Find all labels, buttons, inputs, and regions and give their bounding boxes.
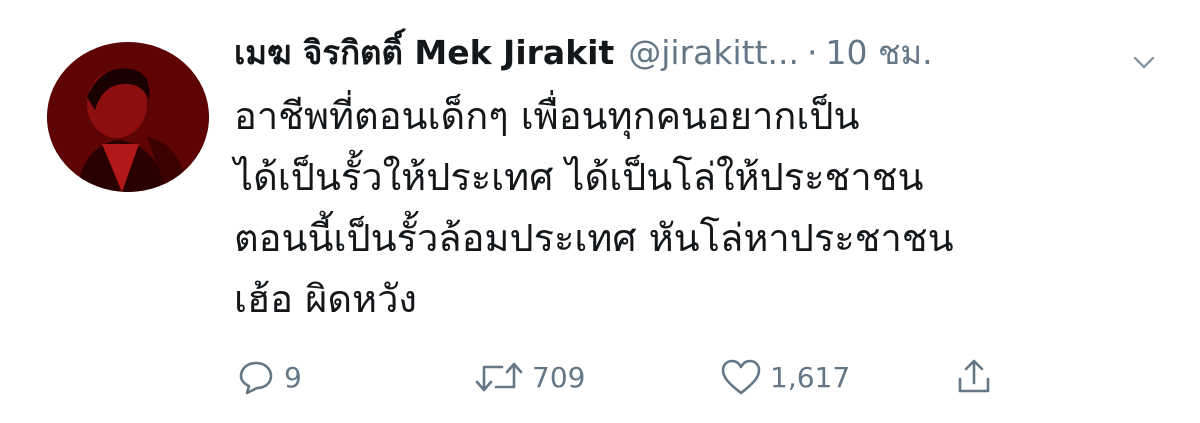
tweet-text-line: ได้เป็นรั้วให้ประเทศ ได้เป็นโล่ให้ประชาช…: [234, 155, 924, 199]
share-button[interactable]: [952, 352, 996, 402]
separator-dot: ·: [807, 33, 818, 72]
share-upload-icon: [952, 355, 996, 399]
user-handle[interactable]: @jirakitt...: [628, 24, 799, 82]
timestamp[interactable]: 10 ชม.: [826, 24, 933, 82]
retweet-arrows-icon: [472, 355, 526, 399]
avatar-image: [47, 42, 209, 192]
chevron-down-icon[interactable]: [1128, 38, 1160, 70]
heart-icon: [718, 355, 764, 399]
tweet-card[interactable]: เมฆ จิรกิตติ์ Mek Jirakit @jirakitt... ·…: [0, 0, 1200, 423]
reply-button[interactable]: 9: [234, 352, 302, 402]
tweet-text-line: เฮ้อ ผิดหวัง: [234, 277, 417, 321]
retweet-button[interactable]: 709: [472, 352, 585, 402]
speech-bubble-icon: [234, 355, 278, 399]
tweet-text-line: อาชีพที่ตอนเด็กๆ เพื่อนทุกคนอยากเป็น: [234, 94, 860, 138]
tweet-text-line: ตอนนี้เป็นรั้วล้อมประเทศ หันโล่หาประชาชน: [234, 216, 954, 260]
tweet-actions: 9 709 1,617: [234, 352, 1034, 402]
tweet-header: เมฆ จิรกิตติ์ Mek Jirakit @jirakitt... ·…: [234, 24, 1160, 82]
display-name[interactable]: เมฆ จิรกิตติ์ Mek Jirakit: [234, 24, 614, 82]
like-button[interactable]: 1,617: [718, 352, 850, 402]
retweet-count: 709: [532, 360, 586, 394]
reply-count: 9: [284, 360, 302, 394]
tweet-text: อาชีพที่ตอนเด็กๆ เพื่อนทุกคนอยากเป็น ได้…: [234, 86, 1154, 330]
like-count: 1,617: [770, 360, 851, 394]
avatar[interactable]: [47, 42, 209, 192]
